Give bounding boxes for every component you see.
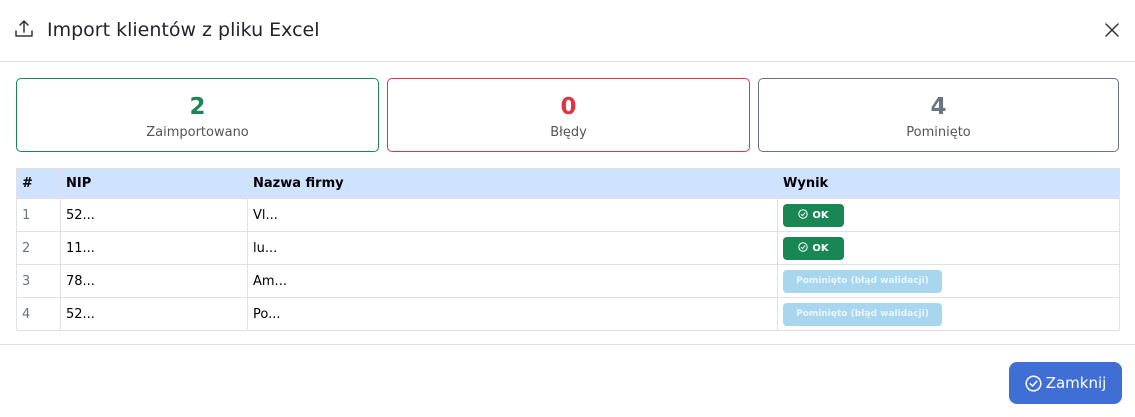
import-stats: 2 Zaimportowano 0 Błędy 4 Pominięto [16, 78, 1119, 152]
row-nip: 52... [60, 198, 248, 232]
modal-header: Import klientów z pliku Excel [0, 0, 1135, 62]
stat-skipped-value: 4 [930, 94, 947, 120]
table-row: 1 52... Vl... OK [16, 198, 1120, 232]
row-index: 2 [16, 231, 61, 265]
stat-skipped-label: Pominięto [906, 125, 971, 140]
row-nip: 78... [60, 264, 248, 298]
skipped-badge: Pominięto (błąd walidacji) [783, 302, 942, 326]
close-button-label: Zamknij [1045, 374, 1107, 392]
col-header-nip: NIP [60, 168, 248, 199]
row-nip: 11... [60, 231, 248, 265]
table-row: 3 78... Am... Pominięto (błąd walidacji) [16, 264, 1120, 298]
table-row: 4 52... Po... Pominięto (błąd walidacji) [16, 297, 1120, 331]
table-row: 2 11... lu... OK [16, 231, 1120, 265]
col-header-result: Wynik [777, 168, 1120, 199]
upload-icon [15, 20, 33, 37]
row-index: 3 [16, 264, 61, 298]
ok-badge-label: OK [812, 209, 829, 221]
stat-errors: 0 Błędy [387, 78, 750, 152]
check-circle-icon [798, 208, 809, 219]
close-button[interactable]: Zamknij [1009, 362, 1122, 404]
row-company-name: Am... [247, 264, 778, 298]
row-company-name: Vl... [247, 198, 778, 232]
row-company-name: lu... [247, 231, 778, 265]
row-result: OK [777, 198, 1120, 232]
row-nip: 52... [60, 297, 248, 331]
stat-imported: 2 Zaimportowano [16, 78, 379, 152]
col-header-company-name: Nazwa firmy [247, 168, 778, 199]
stat-errors-value: 0 [560, 94, 577, 120]
row-result: OK [777, 231, 1120, 265]
stat-skipped: 4 Pominięto [758, 78, 1119, 152]
skipped-badge: Pominięto (błąd walidacji) [783, 269, 942, 293]
row-result: Pominięto (błąd walidacji) [777, 297, 1120, 331]
ok-badge: OK [783, 203, 844, 227]
row-index: 4 [16, 297, 61, 331]
check-circle-icon [1025, 374, 1042, 392]
row-result: Pominięto (błąd walidacji) [777, 264, 1120, 298]
modal-title: Import klientów z pliku Excel [47, 19, 320, 41]
close-icon[interactable] [1102, 20, 1122, 40]
stat-errors-label: Błędy [550, 125, 587, 140]
table-header-row: # NIP Nazwa firmy Wynik [16, 168, 1120, 199]
modal-footer: Zamknij [0, 344, 1135, 417]
results-table: # NIP Nazwa firmy Wynik 1 52... Vl... OK… [16, 168, 1120, 331]
stat-imported-value: 2 [189, 94, 206, 120]
row-company-name: Po... [247, 297, 778, 331]
row-index: 1 [16, 198, 61, 232]
ok-badge-label: OK [812, 242, 829, 254]
col-header-index: # [16, 168, 61, 199]
import-modal: Import klientów z pliku Excel 2 Zaimport… [0, 0, 1135, 417]
ok-badge: OK [783, 236, 844, 260]
check-circle-icon [798, 241, 809, 252]
stat-imported-label: Zaimportowano [146, 125, 249, 140]
